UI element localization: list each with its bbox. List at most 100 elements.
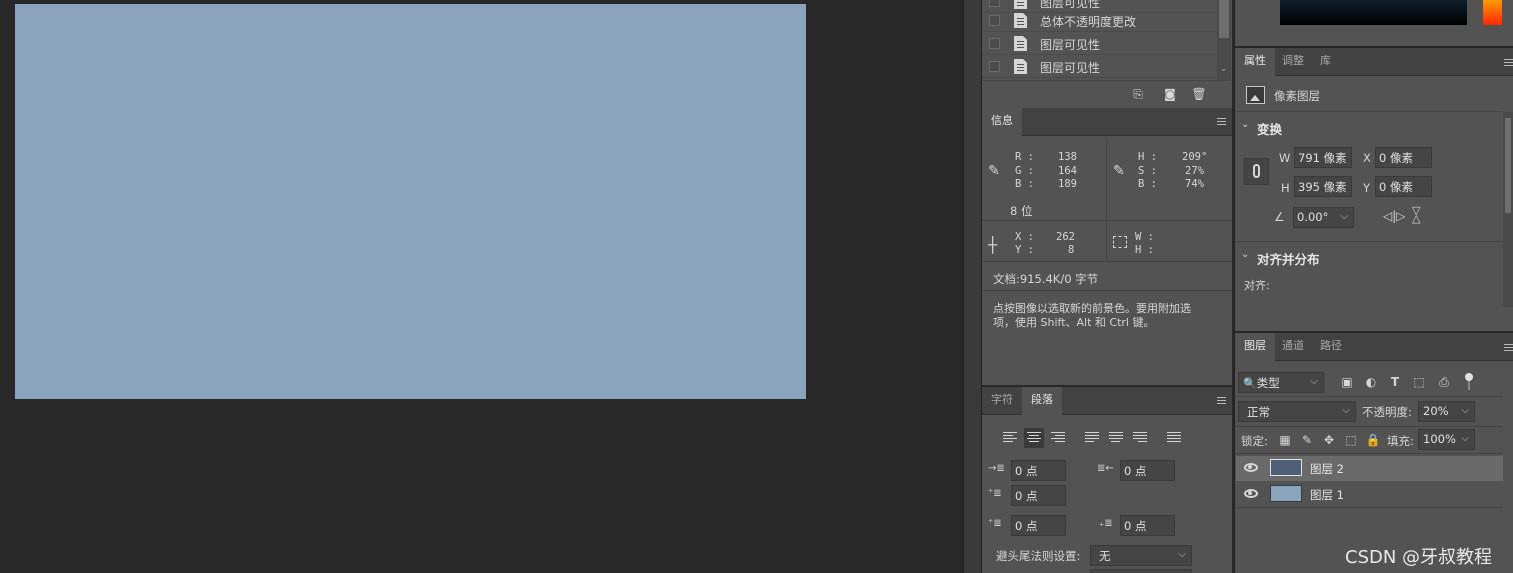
camera-icon[interactable]: ◙ — [1162, 86, 1178, 102]
history-checkbox[interactable] — [989, 15, 1000, 26]
space-after-field[interactable]: 0 点 — [1120, 515, 1175, 536]
flip-vertical-icon[interactable]: ▽ △ — [1412, 205, 1420, 224]
new-document-from-state-icon[interactable]: ⎘ — [1130, 86, 1146, 102]
chevron-down-icon: ⌵ — [1178, 549, 1186, 560]
y-label-prop: Y — [1363, 181, 1371, 195]
layer-filter-dropdown[interactable]: 🔍类型 ⌵ — [1238, 372, 1324, 393]
selection-size-icon — [1113, 236, 1127, 248]
tab-properties[interactable]: 属性 — [1235, 48, 1275, 76]
chevron-down-icon[interactable]: ⌄ — [1220, 64, 1228, 74]
panel-menu-icon[interactable] — [1217, 118, 1226, 125]
height-field[interactable]: 395 像素 — [1294, 176, 1352, 197]
properties-scrollbar[interactable] — [1503, 112, 1513, 307]
r-label: R : — [1015, 151, 1034, 163]
tab-layers[interactable]: 图层 — [1235, 333, 1275, 361]
history-checkbox[interactable] — [989, 0, 1000, 7]
flip-horizontal-icon[interactable]: ◁|▷ — [1383, 209, 1406, 223]
lock-all-icon[interactable]: 🔒 — [1365, 432, 1381, 448]
justify-all-icon[interactable] — [1164, 428, 1184, 448]
layer-row[interactable]: 图层 2 — [1236, 456, 1503, 481]
panel-menu-icon[interactable] — [1504, 59, 1513, 66]
indent-first-line-icon: ⁺≣ — [988, 488, 1002, 499]
eyedropper-icon: ✎ — [988, 163, 1000, 179]
justify-right-icon[interactable] — [1130, 428, 1150, 448]
indent-right-field[interactable]: 0 点 — [1120, 460, 1175, 481]
trash-icon[interactable]: 🗑 — [1191, 86, 1207, 102]
width-field[interactable]: 791 像素 — [1294, 147, 1352, 168]
tab-paths[interactable]: 路径 — [1311, 333, 1351, 361]
opacity-label: 不透明度: — [1362, 405, 1412, 419]
color-picker-field[interactable] — [1280, 0, 1467, 25]
tab-channels[interactable]: 通道 — [1273, 333, 1313, 361]
history-scrollbar[interactable]: ⌄ — [1217, 0, 1231, 80]
kinsoku-dropdown[interactable]: 无 ⌵ — [1090, 545, 1192, 566]
tab-info[interactable]: 信息 — [982, 108, 1022, 136]
opacity-field[interactable]: 20% ⌵ — [1418, 401, 1475, 422]
width-label: W — [1279, 151, 1291, 165]
tab-paragraph[interactable]: 段落 — [1022, 387, 1062, 415]
panel-dock-gutter — [963, 0, 981, 573]
document-icon — [1014, 0, 1027, 9]
history-item[interactable]: 总体不透明度更改 — [982, 9, 1216, 32]
info-hint-line2: 项，使用 Shift、Alt 和 Ctrl 键。 — [993, 316, 1155, 329]
b-hsb-value: 74% — [1185, 178, 1204, 190]
filter-toggle-icon[interactable] — [1465, 373, 1473, 381]
align-distribute-section-title[interactable]: 对齐并分布 — [1257, 249, 1320, 268]
lock-paint-brush-icon[interactable]: ✎ — [1299, 432, 1315, 448]
indent-first-line-field[interactable]: 0 点 — [1011, 485, 1066, 506]
hue-slider[interactable] — [1483, 0, 1502, 25]
angle-value: 0.00° — [1297, 210, 1329, 224]
history-item[interactable]: 图层可见性 — [982, 55, 1216, 78]
history-checkbox[interactable] — [989, 38, 1000, 49]
g-value: 164 — [1058, 165, 1077, 177]
tab-character[interactable]: 字符 — [982, 387, 1022, 415]
history-item-label: 图层可见性 — [1040, 61, 1101, 75]
composer-dropdown[interactable] — [1090, 569, 1192, 573]
x-position-field[interactable]: 0 像素 — [1375, 147, 1432, 168]
lock-transparent-icon[interactable]: ▦ — [1277, 432, 1293, 448]
align-label: 对齐: — [1244, 279, 1270, 292]
chevron-down-icon[interactable]: ⌄ — [1241, 119, 1249, 130]
adjustment-filter-icon[interactable]: ◐ — [1363, 374, 1379, 390]
transform-section-title[interactable]: 变换 — [1257, 119, 1282, 138]
panel-menu-icon[interactable] — [1217, 397, 1226, 404]
blend-mode-dropdown[interactable]: 正常 ⌵ — [1238, 401, 1356, 422]
tab-libraries[interactable]: 库 — [1311, 48, 1340, 76]
chevron-down-icon[interactable]: ⌄ — [1241, 249, 1249, 260]
panel-menu-icon[interactable] — [1504, 344, 1513, 351]
type-filter-icon[interactable]: T — [1387, 374, 1403, 390]
indent-left-field[interactable]: 0 点 — [1011, 460, 1066, 481]
chevron-down-icon: ⌵ — [1461, 405, 1469, 416]
h-label-info: H : — [1135, 244, 1154, 256]
link-icon[interactable] — [1244, 158, 1269, 185]
opacity-value: 20% — [1423, 404, 1449, 418]
layer-name: 图层 1 — [1310, 488, 1344, 502]
angle-dropdown[interactable]: 0.00° ⌵ — [1293, 207, 1354, 228]
justify-center-icon[interactable] — [1106, 428, 1126, 448]
canvas-area[interactable] — [0, 0, 963, 573]
justify-left-icon[interactable] — [1082, 428, 1102, 448]
space-before-field[interactable]: 0 点 — [1011, 515, 1066, 536]
visibility-eye-icon[interactable] — [1244, 463, 1258, 472]
tab-adjustments[interactable]: 调整 — [1273, 48, 1313, 76]
lock-position-icon[interactable]: ✥ — [1321, 432, 1337, 448]
layer-row[interactable]: 图层 1 — [1236, 482, 1503, 507]
space-before-icon: ⁺≣ — [988, 518, 1002, 529]
image-filter-icon[interactable]: ▣ — [1339, 374, 1355, 390]
y-position-field[interactable]: 0 像素 — [1375, 176, 1432, 197]
smart-object-filter-icon[interactable]: ⎙ — [1436, 374, 1452, 390]
shape-filter-icon[interactable]: ⬚ — [1411, 374, 1427, 390]
align-left-icon[interactable] — [1000, 428, 1020, 448]
scrollbar-thumb[interactable] — [1219, 0, 1229, 38]
history-checkbox[interactable] — [989, 61, 1000, 72]
visibility-eye-icon[interactable] — [1244, 489, 1258, 498]
align-right-icon[interactable] — [1048, 428, 1068, 448]
align-center-icon[interactable] — [1024, 428, 1044, 448]
y-label: Y : — [1015, 244, 1034, 256]
document-canvas[interactable] — [15, 4, 806, 399]
lock-artboard-icon[interactable]: ⬚ — [1343, 432, 1359, 448]
fill-field[interactable]: 100% ⌵ — [1418, 429, 1475, 450]
layer-thumbnail — [1270, 459, 1302, 476]
s-value: 27% — [1185, 165, 1204, 177]
history-item[interactable]: 图层可见性 — [982, 32, 1216, 55]
